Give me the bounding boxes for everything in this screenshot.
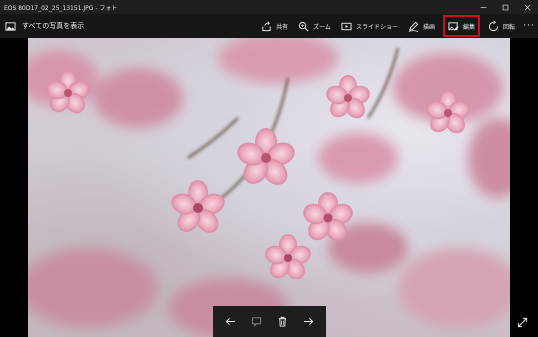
- pen-icon: [408, 21, 419, 32]
- cherry-blossom-photo: [28, 38, 510, 337]
- comment-icon: [251, 317, 261, 327]
- previous-button[interactable]: [220, 312, 240, 332]
- share-button[interactable]: 共有: [256, 14, 293, 38]
- delete-button[interactable]: [273, 312, 293, 332]
- title-bar: EOS 80D17_02_25_13151.JPG - フォト: [0, 0, 538, 14]
- fullscreen-button[interactable]: [510, 310, 534, 334]
- maximize-button[interactable]: [494, 0, 516, 14]
- minimize-button[interactable]: [472, 0, 494, 14]
- view-all-photos-button[interactable]: すべての写真を表示: [0, 14, 84, 38]
- rotate-button[interactable]: 回転: [483, 14, 520, 38]
- rotate-icon: [488, 20, 499, 31]
- maximize-icon: [502, 4, 508, 10]
- draw-label: 描画: [422, 23, 435, 31]
- more-button[interactable]: ···: [520, 14, 538, 38]
- photo-collection-icon: [5, 21, 16, 31]
- zoom-button[interactable]: ズーム: [293, 14, 336, 38]
- slideshow-icon: [341, 22, 352, 30]
- photo-view[interactable]: [28, 38, 510, 337]
- more-icon: ···: [523, 21, 535, 31]
- view-all-photos-label: すべての写真を表示: [22, 22, 85, 30]
- trash-icon: [278, 316, 287, 327]
- zoom-label: ズーム: [313, 23, 331, 31]
- comment-button[interactable]: [246, 312, 266, 332]
- rotate-label: 回転: [502, 23, 515, 31]
- share-label: 共有: [276, 23, 289, 31]
- window-title: EOS 80D17_02_25_13151.JPG - フォト: [4, 4, 118, 12]
- close-button[interactable]: [516, 0, 538, 14]
- minimize-icon: [480, 6, 486, 8]
- next-button[interactable]: [299, 312, 319, 332]
- share-icon: [262, 21, 271, 31]
- edit-button[interactable]: 編集: [442, 15, 480, 37]
- arrow-right-icon: [304, 317, 314, 326]
- arrow-left-icon: [225, 317, 235, 326]
- zoom-icon: [299, 21, 309, 31]
- edit-label: 編集: [462, 23, 475, 31]
- slideshow-button[interactable]: スライドショー: [336, 14, 403, 38]
- close-icon: [524, 4, 530, 10]
- edit-photo-icon: [448, 21, 459, 31]
- command-bar: すべての写真を表示 共有 ズーム スライドショー 描画 編集 回転 ···: [0, 14, 538, 38]
- slideshow-label: スライドショー: [355, 23, 398, 31]
- draw-button[interactable]: 描画: [403, 14, 440, 38]
- expand-icon: [517, 317, 527, 327]
- photo-nav-bar: [213, 306, 326, 337]
